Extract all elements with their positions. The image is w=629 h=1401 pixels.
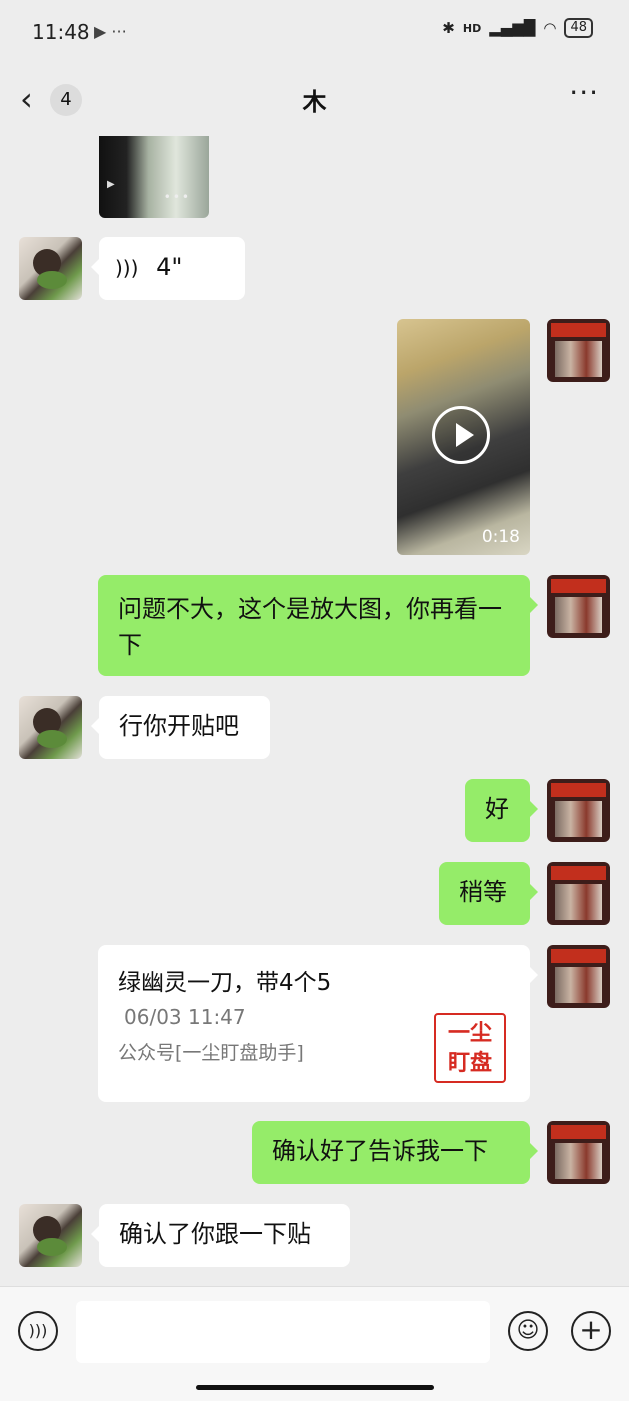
chat-header: ‹ 4 木 ··· <box>0 62 629 136</box>
card-time: 06/03 11:47 <box>124 1005 246 1029</box>
play-icon: ▶ <box>107 179 115 190</box>
avatar-self[interactable] <box>547 1121 610 1184</box>
text-message[interactable]: 稍等 <box>439 862 538 925</box>
chat-title: 木 <box>302 88 327 116</box>
card-logo: 一尘 盯盘 <box>434 1013 506 1083</box>
text-message[interactable]: 确认好了告诉我一下 <box>252 1121 538 1184</box>
text-message[interactable]: 好 <box>465 779 538 842</box>
text-message[interactable]: 行你开贴吧 <box>91 696 270 759</box>
video-message[interactable]: ▶ ••• <box>99 136 209 218</box>
avatar-self[interactable] <box>547 575 610 638</box>
wifi-icon: ◠ <box>543 19 557 37</box>
play-icon[interactable] <box>432 406 490 464</box>
status-time: 11:48 <box>32 20 90 44</box>
message-input[interactable] <box>76 1301 490 1363</box>
text-message[interactable]: 问题不大，这个是放大图，你再看一下 <box>98 575 538 676</box>
plus-icon[interactable]: + <box>571 1311 611 1351</box>
status-icons: ✱ HD ▂▄▆█ ◠ 48 <box>442 18 593 38</box>
avatar-self[interactable] <box>547 862 610 925</box>
voice-icon[interactable]: ))) <box>18 1311 58 1351</box>
signal-icon: ▂▄▆█ <box>489 19 536 37</box>
card-source: 公众号[一尘盯盘助手] <box>118 1042 304 1064</box>
avatar-contact[interactable] <box>19 237 82 300</box>
avatar-self[interactable] <box>547 319 610 382</box>
video-message[interactable]: 0:18 <box>397 319 530 555</box>
avatar-self[interactable] <box>547 945 610 1008</box>
video-duration: 0:18 <box>481 527 520 547</box>
more-icon[interactable]: ··· <box>569 76 599 109</box>
avatar-contact[interactable] <box>19 1204 82 1267</box>
card-title: 绿幽灵一刀，带4个5 <box>118 970 332 996</box>
avatar-contact[interactable] <box>19 696 82 759</box>
network-label: HD <box>462 21 482 35</box>
voice-icon: ))) <box>115 256 139 280</box>
emoji-icon[interactable]: ☺ <box>508 1311 548 1351</box>
avatar-self[interactable] <box>547 779 610 842</box>
home-indicator <box>196 1385 434 1390</box>
voice-message[interactable]: ))) 4" <box>91 237 245 300</box>
status-bar: 11:48 ▶ ··· ✱ HD ▂▄▆█ ◠ 48 <box>0 0 629 70</box>
text-message[interactable]: 确认了你跟一下贴 <box>91 1204 350 1267</box>
status-extra: ▶ ··· <box>94 22 127 41</box>
bluetooth-icon: ✱ <box>442 19 455 37</box>
input-bar: ))) ☺ + <box>0 1286 629 1401</box>
battery-indicator: 48 <box>564 18 593 38</box>
article-card[interactable]: 绿幽灵一刀，带4个5 06/03 11:47 公众号[一尘盯盘助手] 一尘 盯盘 <box>98 945 538 1102</box>
voice-duration: 4" <box>156 253 183 281</box>
dots-icon: ••• <box>163 190 191 204</box>
